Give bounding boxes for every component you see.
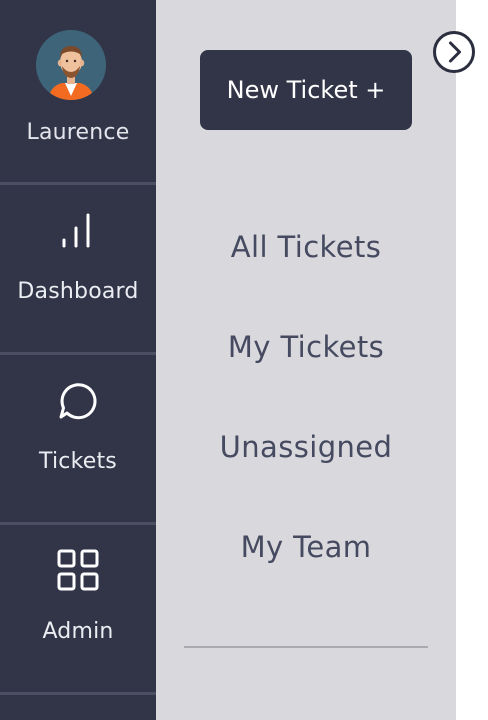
chevron-right-icon	[433, 31, 475, 73]
sidebar-item-dashboard[interactable]: Dashboard	[0, 185, 156, 352]
sidebar-item-label: Admin	[42, 619, 114, 644]
bar-chart-icon	[62, 213, 90, 248]
sidebar-item-label: Tickets	[39, 449, 117, 474]
sidebar: Laurence Dashboard Tickets Admin	[0, 0, 156, 720]
user-avatar-icon	[36, 30, 106, 100]
avatar[interactable]	[36, 30, 106, 100]
chat-bubble-icon	[59, 383, 97, 420]
sidebar-item-label: Dashboard	[17, 279, 139, 304]
user-profile[interactable]: Laurence	[0, 0, 156, 182]
nav-link-my-team[interactable]: My Team	[156, 530, 456, 564]
grid-icon	[57, 549, 99, 591]
nav-link-my-tickets[interactable]: My Tickets	[156, 330, 456, 364]
sidebar-divider	[0, 692, 156, 695]
sidebar-item-admin[interactable]: Admin	[0, 525, 156, 692]
panel-divider	[184, 646, 428, 648]
collapse-toggle-button[interactable]	[432, 30, 476, 74]
nav-link-all-tickets[interactable]: All Tickets	[156, 230, 456, 264]
ticket-panel: New Ticket + All Tickets My Tickets Unas…	[156, 0, 456, 720]
nav-link-unassigned[interactable]: Unassigned	[156, 430, 456, 464]
new-ticket-button[interactable]: New Ticket +	[200, 50, 412, 130]
user-name: Laurence	[26, 120, 130, 145]
sidebar-item-tickets[interactable]: Tickets	[0, 355, 156, 522]
